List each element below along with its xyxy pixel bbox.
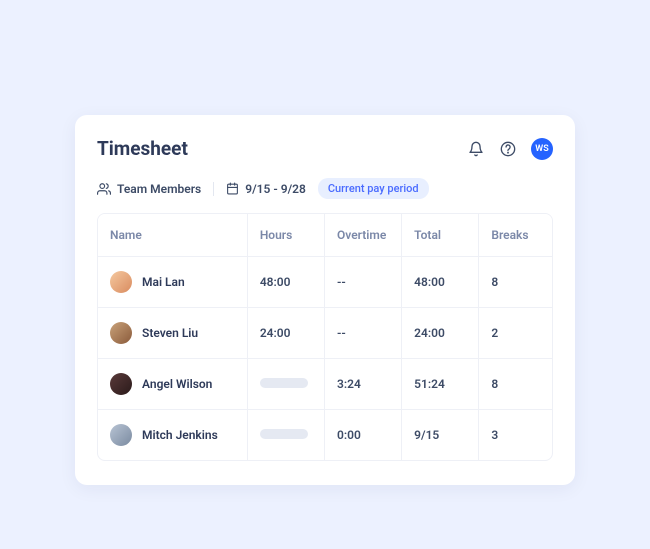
cell-breaks: 8 — [479, 257, 552, 308]
loading-placeholder — [260, 378, 308, 388]
cell-breaks: 3 — [479, 410, 552, 460]
cell-name: Steven Liu — [98, 308, 248, 359]
cell-breaks: 8 — [479, 359, 552, 410]
col-breaks: Breaks — [479, 214, 552, 257]
calendar-icon — [226, 182, 239, 195]
cell-total: 48:00 — [402, 257, 479, 308]
bell-icon[interactable] — [467, 140, 485, 158]
timesheet-card: Timesheet WS Team Members 9/15 - 9/28 Cu… — [75, 115, 575, 485]
cell-overtime: -- — [325, 257, 402, 308]
people-icon — [97, 182, 111, 196]
col-hours: Hours — [248, 214, 325, 257]
member-name: Angel Wilson — [142, 377, 212, 391]
member-name: Mitch Jenkins — [142, 428, 218, 442]
cell-name: Angel Wilson — [98, 359, 248, 410]
table-row[interactable]: Angel Wilson 3:2451:248 — [98, 359, 552, 410]
pay-period-badge: Current pay period — [318, 178, 429, 199]
cell-hours — [248, 359, 325, 410]
help-icon[interactable] — [499, 140, 517, 158]
cell-overtime: 3:24 — [325, 359, 402, 410]
page-title: Timesheet — [97, 137, 188, 160]
col-total: Total — [402, 214, 479, 257]
col-name: Name — [98, 214, 248, 257]
cell-hours: 24:00 — [248, 308, 325, 359]
cell-total: 51:24 — [402, 359, 479, 410]
cell-overtime: 0:00 — [325, 410, 402, 460]
cell-name: Mitch Jenkins — [98, 410, 248, 460]
cell-total: 24:00 — [402, 308, 479, 359]
card-header: Timesheet WS — [97, 137, 553, 160]
user-avatar[interactable]: WS — [531, 138, 553, 160]
date-range-picker[interactable]: 9/15 - 9/28 — [226, 182, 306, 196]
cell-hours — [248, 410, 325, 460]
avatar — [110, 424, 132, 446]
filter-bar: Team Members 9/15 - 9/28 Current pay per… — [97, 178, 553, 199]
table-row[interactable]: Mai Lan48:00--48:008 — [98, 257, 552, 308]
divider — [213, 182, 214, 196]
header-actions: WS — [467, 138, 553, 160]
team-members-filter[interactable]: Team Members — [97, 182, 201, 196]
cell-overtime: -- — [325, 308, 402, 359]
avatar — [110, 271, 132, 293]
member-name: Mai Lan — [142, 275, 185, 289]
team-members-label: Team Members — [117, 182, 201, 196]
cell-total: 9/15 — [402, 410, 479, 460]
table-row[interactable]: Mitch Jenkins 0:009/153 — [98, 410, 552, 460]
table-row[interactable]: Steven Liu24:00--24:002 — [98, 308, 552, 359]
cell-name: Mai Lan — [98, 257, 248, 308]
avatar — [110, 373, 132, 395]
col-overtime: Overtime — [325, 214, 402, 257]
loading-placeholder — [260, 429, 308, 439]
cell-breaks: 2 — [479, 308, 552, 359]
table-header-row: Name Hours Overtime Total Breaks — [98, 214, 552, 257]
cell-hours: 48:00 — [248, 257, 325, 308]
date-range-label: 9/15 - 9/28 — [245, 182, 306, 196]
member-name: Steven Liu — [142, 326, 198, 340]
timesheet-table: Name Hours Overtime Total Breaks Mai Lan… — [97, 213, 553, 461]
avatar — [110, 322, 132, 344]
